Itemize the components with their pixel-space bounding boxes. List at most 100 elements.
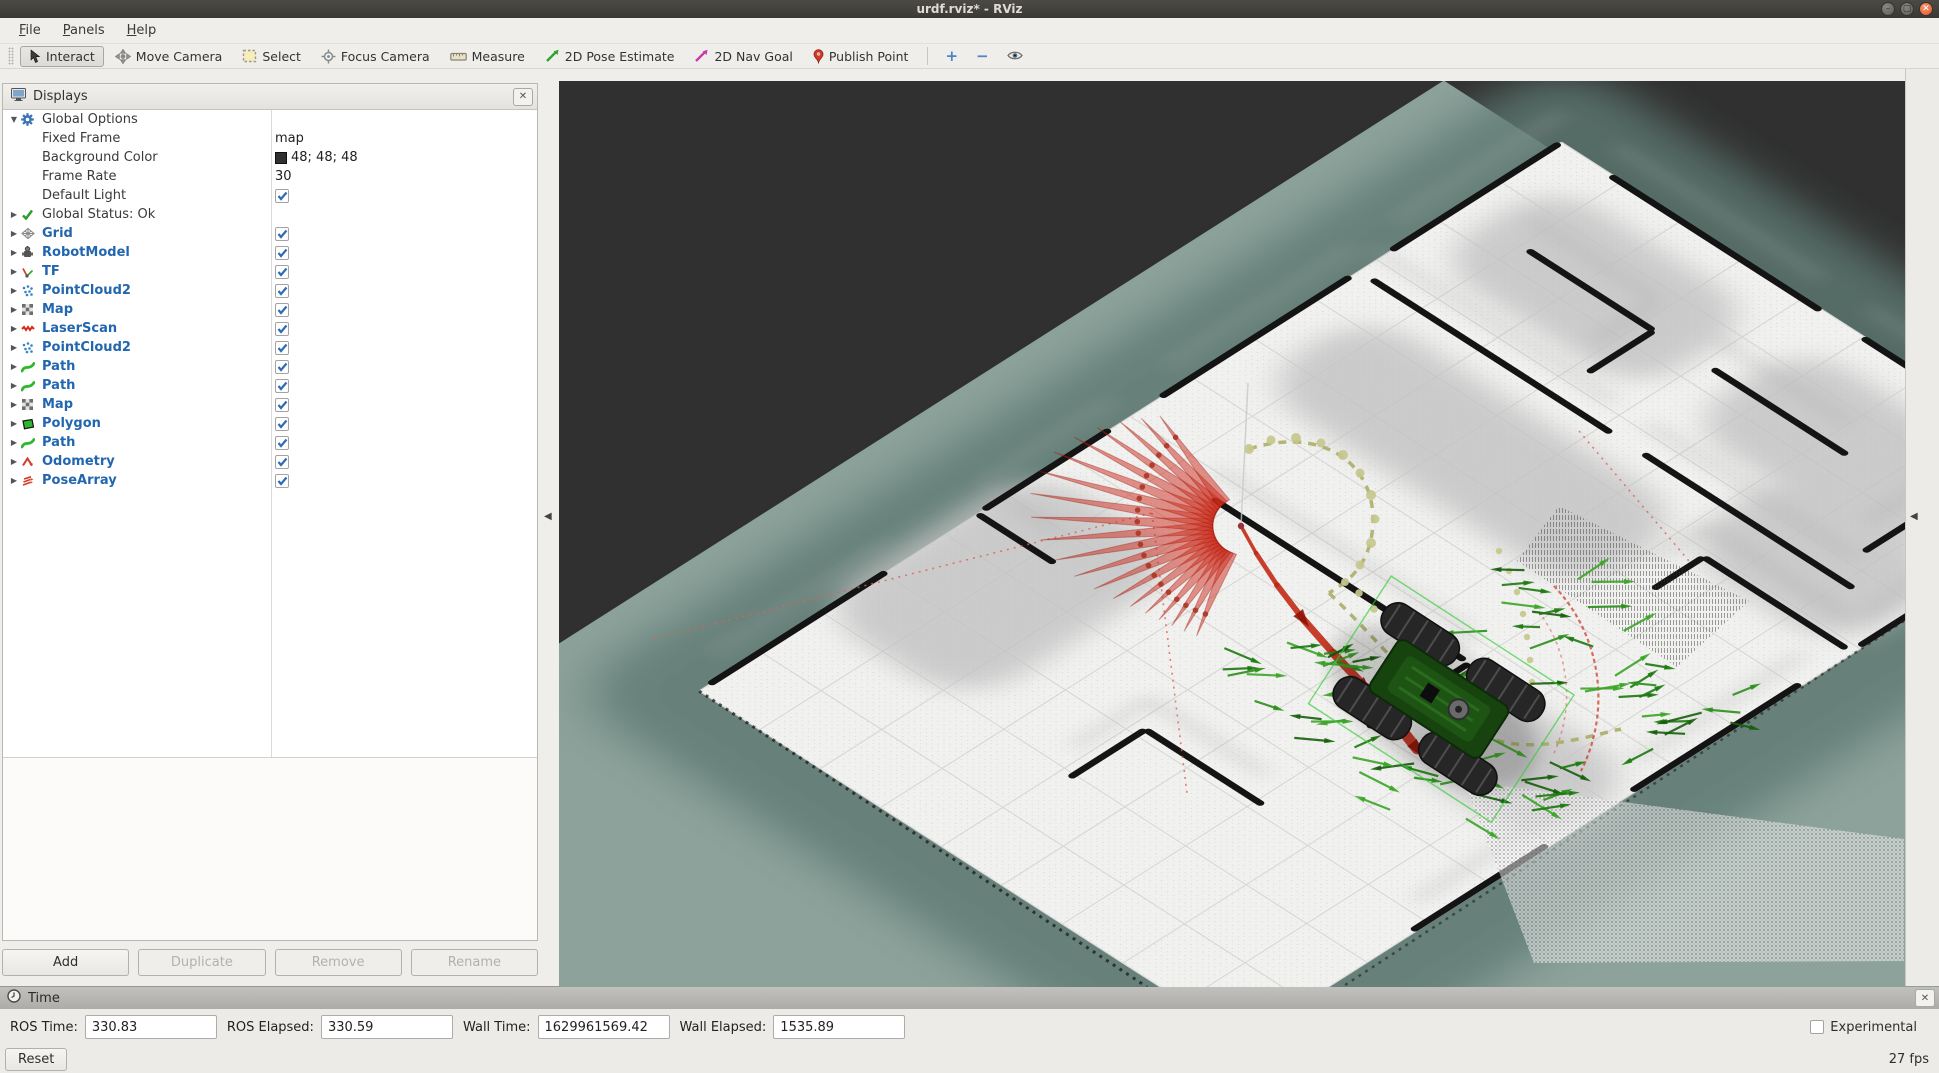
row-checkbox[interactable] <box>275 398 289 412</box>
maximize-button[interactable]: ▢ <box>1900 2 1914 16</box>
tree-row-tf[interactable]: ▶TF <box>3 262 537 281</box>
tool-interact[interactable]: Interact <box>20 46 104 67</box>
toolbar: InteractMove CameraSelectFocus CameraMea… <box>0 44 1939 69</box>
eye-icon[interactable] <box>998 47 1032 65</box>
tree-row-grid[interactable]: ▶Grid <box>3 224 537 243</box>
time-close-icon[interactable]: ✕ <box>1915 989 1935 1007</box>
tree-row-path[interactable]: ▶Path <box>3 433 537 452</box>
collapse-arrow-icon[interactable]: ▶ <box>7 286 21 295</box>
tool-2d-pose-estimate[interactable]: 2D Pose Estimate <box>538 46 684 67</box>
tree-row-global-status-ok[interactable]: ▶Global Status: Ok <box>3 205 537 224</box>
row-value[interactable]: 48; 48; 48 <box>275 150 358 165</box>
tree-row-odometry[interactable]: ▶Odometry <box>3 452 537 471</box>
row-checkbox[interactable] <box>275 189 289 203</box>
collapse-arrow-icon[interactable]: ▶ <box>7 229 21 238</box>
tree-row-map[interactable]: ▶Map <box>3 395 537 414</box>
collapse-arrow-icon[interactable]: ▶ <box>7 457 21 466</box>
time-field-input[interactable] <box>538 1015 670 1039</box>
collapse-arrow-icon[interactable]: ▶ <box>7 362 21 371</box>
reset-button[interactable]: Reset <box>5 1048 67 1071</box>
collapse-arrow-icon[interactable]: ▶ <box>7 324 21 333</box>
row-checkbox[interactable] <box>275 246 289 260</box>
time-field-input[interactable] <box>321 1015 453 1039</box>
tree-row-label: PointCloud2 <box>42 283 131 298</box>
tree-row-fixed-frame[interactable]: Fixed Frame map <box>3 129 537 148</box>
tool-focus-camera[interactable]: Focus Camera <box>314 46 439 67</box>
row-checkbox[interactable] <box>275 341 289 355</box>
row-checkbox[interactable] <box>275 322 289 336</box>
left-splitter[interactable]: ◀ <box>540 69 559 986</box>
row-checkbox[interactable] <box>275 227 289 241</box>
time-field-input[interactable] <box>85 1015 217 1039</box>
row-checkbox[interactable] <box>275 436 289 450</box>
tool-select[interactable]: Select <box>235 46 310 67</box>
row-checkbox[interactable] <box>275 474 289 488</box>
row-checkbox[interactable] <box>275 455 289 469</box>
collapse-arrow-icon[interactable]: ▶ <box>7 438 21 447</box>
tree-row-global-options[interactable]: ▼Global Options <box>3 110 537 129</box>
icon-spacer <box>21 132 37 145</box>
tree-row-robotmodel[interactable]: ▶RobotModel <box>3 243 537 262</box>
tool-publish-point[interactable]: Publish Point <box>806 46 918 67</box>
time-field-input[interactable] <box>773 1015 905 1039</box>
row-checkbox[interactable] <box>275 417 289 431</box>
menu-item-file[interactable]: File <box>10 20 50 41</box>
tree-row-path[interactable]: ▶Path <box>3 357 537 376</box>
collapse-arrow-icon[interactable]: ▶ <box>7 419 21 428</box>
collapse-right-icon[interactable]: ◀ <box>1910 511 1918 522</box>
plus-icon[interactable]: + <box>936 47 967 65</box>
3d-viewport[interactable] <box>559 81 1905 986</box>
tree-row-laserscan[interactable]: ▶LaserScan <box>3 319 537 338</box>
tree-row-default-light[interactable]: Default Light <box>3 186 537 205</box>
tree-row-label: Frame Rate <box>42 169 116 184</box>
experimental-checkbox[interactable] <box>1810 1020 1824 1034</box>
collapse-arrow-icon[interactable]: ▶ <box>7 267 21 276</box>
collapse-arrow-icon[interactable]: ▶ <box>7 343 21 352</box>
tree-row-posearray[interactable]: ▶PoseArray <box>3 471 537 490</box>
tool-2d-nav-goal[interactable]: 2D Nav Goal <box>687 46 801 67</box>
menu-item-panels[interactable]: Panels <box>54 20 114 41</box>
toolbar-drag-handle[interactable] <box>8 47 14 65</box>
row-value[interactable]: map <box>275 131 304 146</box>
tree-row-polygon[interactable]: ▶Polygon <box>3 414 537 433</box>
row-checkbox[interactable] <box>275 265 289 279</box>
collapse-arrow-icon[interactable]: ▶ <box>7 476 21 485</box>
minimize-button[interactable]: – <box>1881 2 1895 16</box>
time-field-label: ROS Time: <box>10 1020 78 1035</box>
experimental-option[interactable]: Experimental <box>1810 1020 1917 1035</box>
displays-panel-header: Displays ✕ <box>3 84 537 110</box>
collapse-arrow-icon[interactable]: ▶ <box>7 305 21 314</box>
status-bar: Reset 27 fps <box>0 1045 1939 1073</box>
tree-row-pointcloud2[interactable]: ▶ PointCloud2 <box>3 281 537 300</box>
tree-row-map[interactable]: ▶Map <box>3 300 537 319</box>
tree-row-label: Fixed Frame <box>42 131 120 146</box>
row-value[interactable]: 30 <box>275 169 292 184</box>
tree-row-pointcloud2[interactable]: ▶PointCloud2 <box>3 338 537 357</box>
tool-measure[interactable]: Measure <box>443 46 534 67</box>
right-dock-strip[interactable]: ◀ <box>1905 69 1939 986</box>
collapse-arrow-icon[interactable]: ▶ <box>7 400 21 409</box>
displays-close-icon[interactable]: ✕ <box>513 88 533 106</box>
row-checkbox[interactable] <box>275 379 289 393</box>
collapse-arrow-icon[interactable]: ▶ <box>7 248 21 257</box>
icon-spacer <box>21 170 37 183</box>
add-button[interactable]: Add <box>2 949 129 976</box>
tree-row-path[interactable]: ▶Path <box>3 376 537 395</box>
tree-row-background-color[interactable]: Background Color48; 48; 48 <box>3 148 537 167</box>
clock-icon <box>7 989 21 1007</box>
row-checkbox[interactable] <box>275 284 289 298</box>
tool-move-camera[interactable]: Move Camera <box>108 46 232 67</box>
row-checkbox[interactable] <box>275 303 289 317</box>
menu-item-help[interactable]: Help <box>118 20 166 41</box>
expand-arrow-icon[interactable]: ▼ <box>7 115 21 124</box>
icon-spacer <box>21 151 37 164</box>
minus-icon[interactable]: − <box>967 47 998 65</box>
row-checkbox[interactable] <box>275 360 289 374</box>
collapse-arrow-icon[interactable]: ▶ <box>7 210 21 219</box>
collapse-arrow-icon[interactable]: ▶ <box>7 381 21 390</box>
rename-button: Rename <box>411 949 538 976</box>
close-button[interactable]: ✕ <box>1919 2 1933 16</box>
select-icon <box>242 49 257 63</box>
collapse-left-icon[interactable]: ◀ <box>544 511 552 522</box>
tree-row-frame-rate[interactable]: Frame Rate 30 <box>3 167 537 186</box>
